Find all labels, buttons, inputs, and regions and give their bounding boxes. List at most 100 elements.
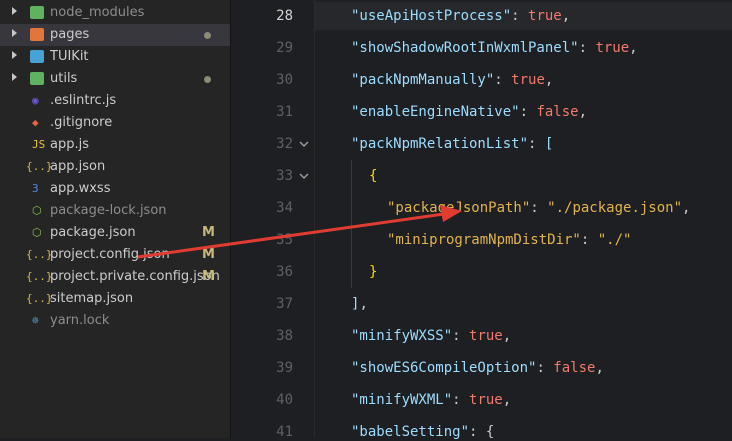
code-token: {	[369, 168, 378, 184]
line-number: 28	[276, 8, 293, 24]
file-name: package-lock.json	[50, 203, 167, 218]
file-name: yarn.lock	[50, 313, 110, 328]
git-status-badge: M	[202, 269, 215, 284]
code-token: :	[519, 104, 537, 120]
line-number: 34	[276, 200, 293, 216]
git-status-badge: M	[202, 247, 215, 262]
file-item-app-js[interactable]: JS app.js	[0, 134, 230, 156]
chevron-right-icon[interactable]	[12, 51, 17, 59]
json-icon: {..}	[26, 160, 53, 173]
code-line: "useApiHostProcess": true,	[351, 7, 570, 25]
code-token: ,	[561, 8, 571, 24]
code-editor[interactable]: "useApiHostProcess": true, "showShadowRoo…	[314, 0, 732, 441]
yarn-icon: ☸	[32, 314, 39, 327]
file-name: app.js	[50, 137, 89, 152]
code-token: ,	[682, 200, 691, 216]
git-icon: ◆	[32, 116, 39, 129]
file-name: project.config.json	[50, 247, 170, 262]
code-token: false	[553, 360, 596, 376]
line-number: 39	[276, 360, 293, 376]
file-item-app-json[interactable]: {..} app.json	[0, 156, 230, 178]
chevron-right-icon[interactable]	[12, 7, 17, 15]
folder-item-node-modules[interactable]: node_modules	[0, 2, 230, 24]
line-number: 41	[276, 424, 293, 440]
json-icon: {..}	[26, 248, 53, 261]
code-token: :	[452, 392, 470, 408]
file-item-yarn-lock[interactable]: ☸ yarn.lock	[0, 310, 230, 332]
npm-icon: ⬡	[32, 226, 42, 239]
code-line: "packNpmRelationList": [	[351, 135, 553, 153]
code-line: "babelSetting": {	[351, 423, 494, 441]
code-token: "showShadowRootInWxmlPanel"	[351, 40, 579, 56]
js-icon: JS	[32, 138, 46, 151]
code-token: true	[595, 40, 630, 56]
line-number: 36	[276, 264, 293, 280]
code-token: "packNpmRelationList"	[351, 136, 529, 152]
code-token: "enableEngineNative"	[351, 104, 520, 120]
code-token: ,	[359, 296, 368, 312]
folder-green-icon	[30, 6, 44, 19]
code-token: ,	[595, 360, 604, 376]
code-token: true	[511, 72, 545, 88]
line-number: 31	[276, 104, 293, 120]
file-item-sitemap-json[interactable]: {..} sitemap.json	[0, 288, 230, 310]
file-item-eslintrc-js[interactable]: ◉ .eslintrc.js	[0, 90, 230, 112]
code-token: "packageJsonPath"	[387, 200, 531, 216]
folder-orange-icon	[30, 28, 44, 41]
file-name: package.json	[50, 225, 136, 240]
chevron-right-icon[interactable]	[12, 73, 17, 81]
file-name: app.wxss	[50, 181, 111, 196]
code-token: :	[511, 8, 529, 24]
code-token: "./package.json"	[547, 200, 683, 216]
code-line: "minifyWXSS": true,	[351, 327, 511, 345]
line-number: 29	[276, 40, 293, 56]
line-number: 30	[276, 72, 293, 88]
code-line: "miniprogramNpmDistDir": "./"	[387, 231, 631, 249]
file-item-app-wxss[interactable]: 3 app.wxss	[0, 178, 230, 200]
fold-chevron-icon[interactable]	[299, 140, 309, 148]
file-name: app.json	[50, 159, 106, 174]
code-token: ,	[502, 328, 512, 344]
line-number: 40	[276, 392, 293, 408]
file-item-gitignore[interactable]: ◆ .gitignore	[0, 112, 230, 134]
file-name: project.private.config.json	[50, 269, 220, 284]
line-number: 37	[276, 296, 293, 312]
npm-icon: ⬡	[32, 204, 42, 217]
line-number: 32	[276, 136, 293, 152]
line-number: 33	[276, 168, 293, 184]
git-status-badge: M	[202, 225, 215, 240]
file-item-package-json[interactable]: ⬡ package.json M	[0, 222, 230, 244]
modified-dot	[204, 32, 211, 39]
file-item-package-lock-json[interactable]: ⬡ package-lock.json	[0, 200, 230, 222]
code-token: ,	[578, 104, 588, 120]
folder-item-tuikit[interactable]: TUIKit	[0, 46, 230, 68]
code-token: true	[469, 328, 503, 344]
file-name: pages	[50, 27, 90, 42]
modified-dot	[204, 76, 211, 83]
folder-green-icon	[30, 72, 44, 85]
code-line: "packageJsonPath": "./package.json",	[387, 199, 690, 217]
code-token: "showES6CompileOption"	[351, 360, 537, 376]
file-name: utils	[50, 71, 78, 86]
css-icon: 3	[32, 182, 39, 195]
folder-item-pages[interactable]: pages	[0, 24, 230, 46]
code-line: "showES6CompileOption": false,	[351, 359, 604, 377]
code-token: }	[369, 264, 378, 280]
folder-item-utils[interactable]: utils	[0, 68, 230, 90]
file-name: TUIKit	[50, 49, 89, 64]
code-token: :	[530, 200, 548, 216]
code-token: ,	[502, 392, 512, 408]
code-token: :	[528, 136, 545, 152]
chevron-right-icon[interactable]	[12, 29, 17, 37]
code-line: "packNpmManually": true,	[351, 71, 553, 89]
fold-chevron-icon[interactable]	[299, 172, 309, 180]
code-line: {	[369, 167, 377, 185]
code-token: "miniprogramNpmDistDir"	[387, 232, 581, 248]
code-line: }	[369, 263, 377, 281]
file-item-project-config-json[interactable]: {..} project.config.json M	[0, 244, 230, 266]
file-name: .eslintrc.js	[50, 93, 117, 108]
code-line: "enableEngineNative": false,	[351, 103, 587, 121]
file-explorer: node_modulespages TUIKit utils ◉ .eslintrc.j…	[0, 0, 230, 438]
code-line: ],	[351, 295, 368, 313]
file-item-project-private-config-json[interactable]: {..} project.private.config.json M	[0, 266, 230, 288]
